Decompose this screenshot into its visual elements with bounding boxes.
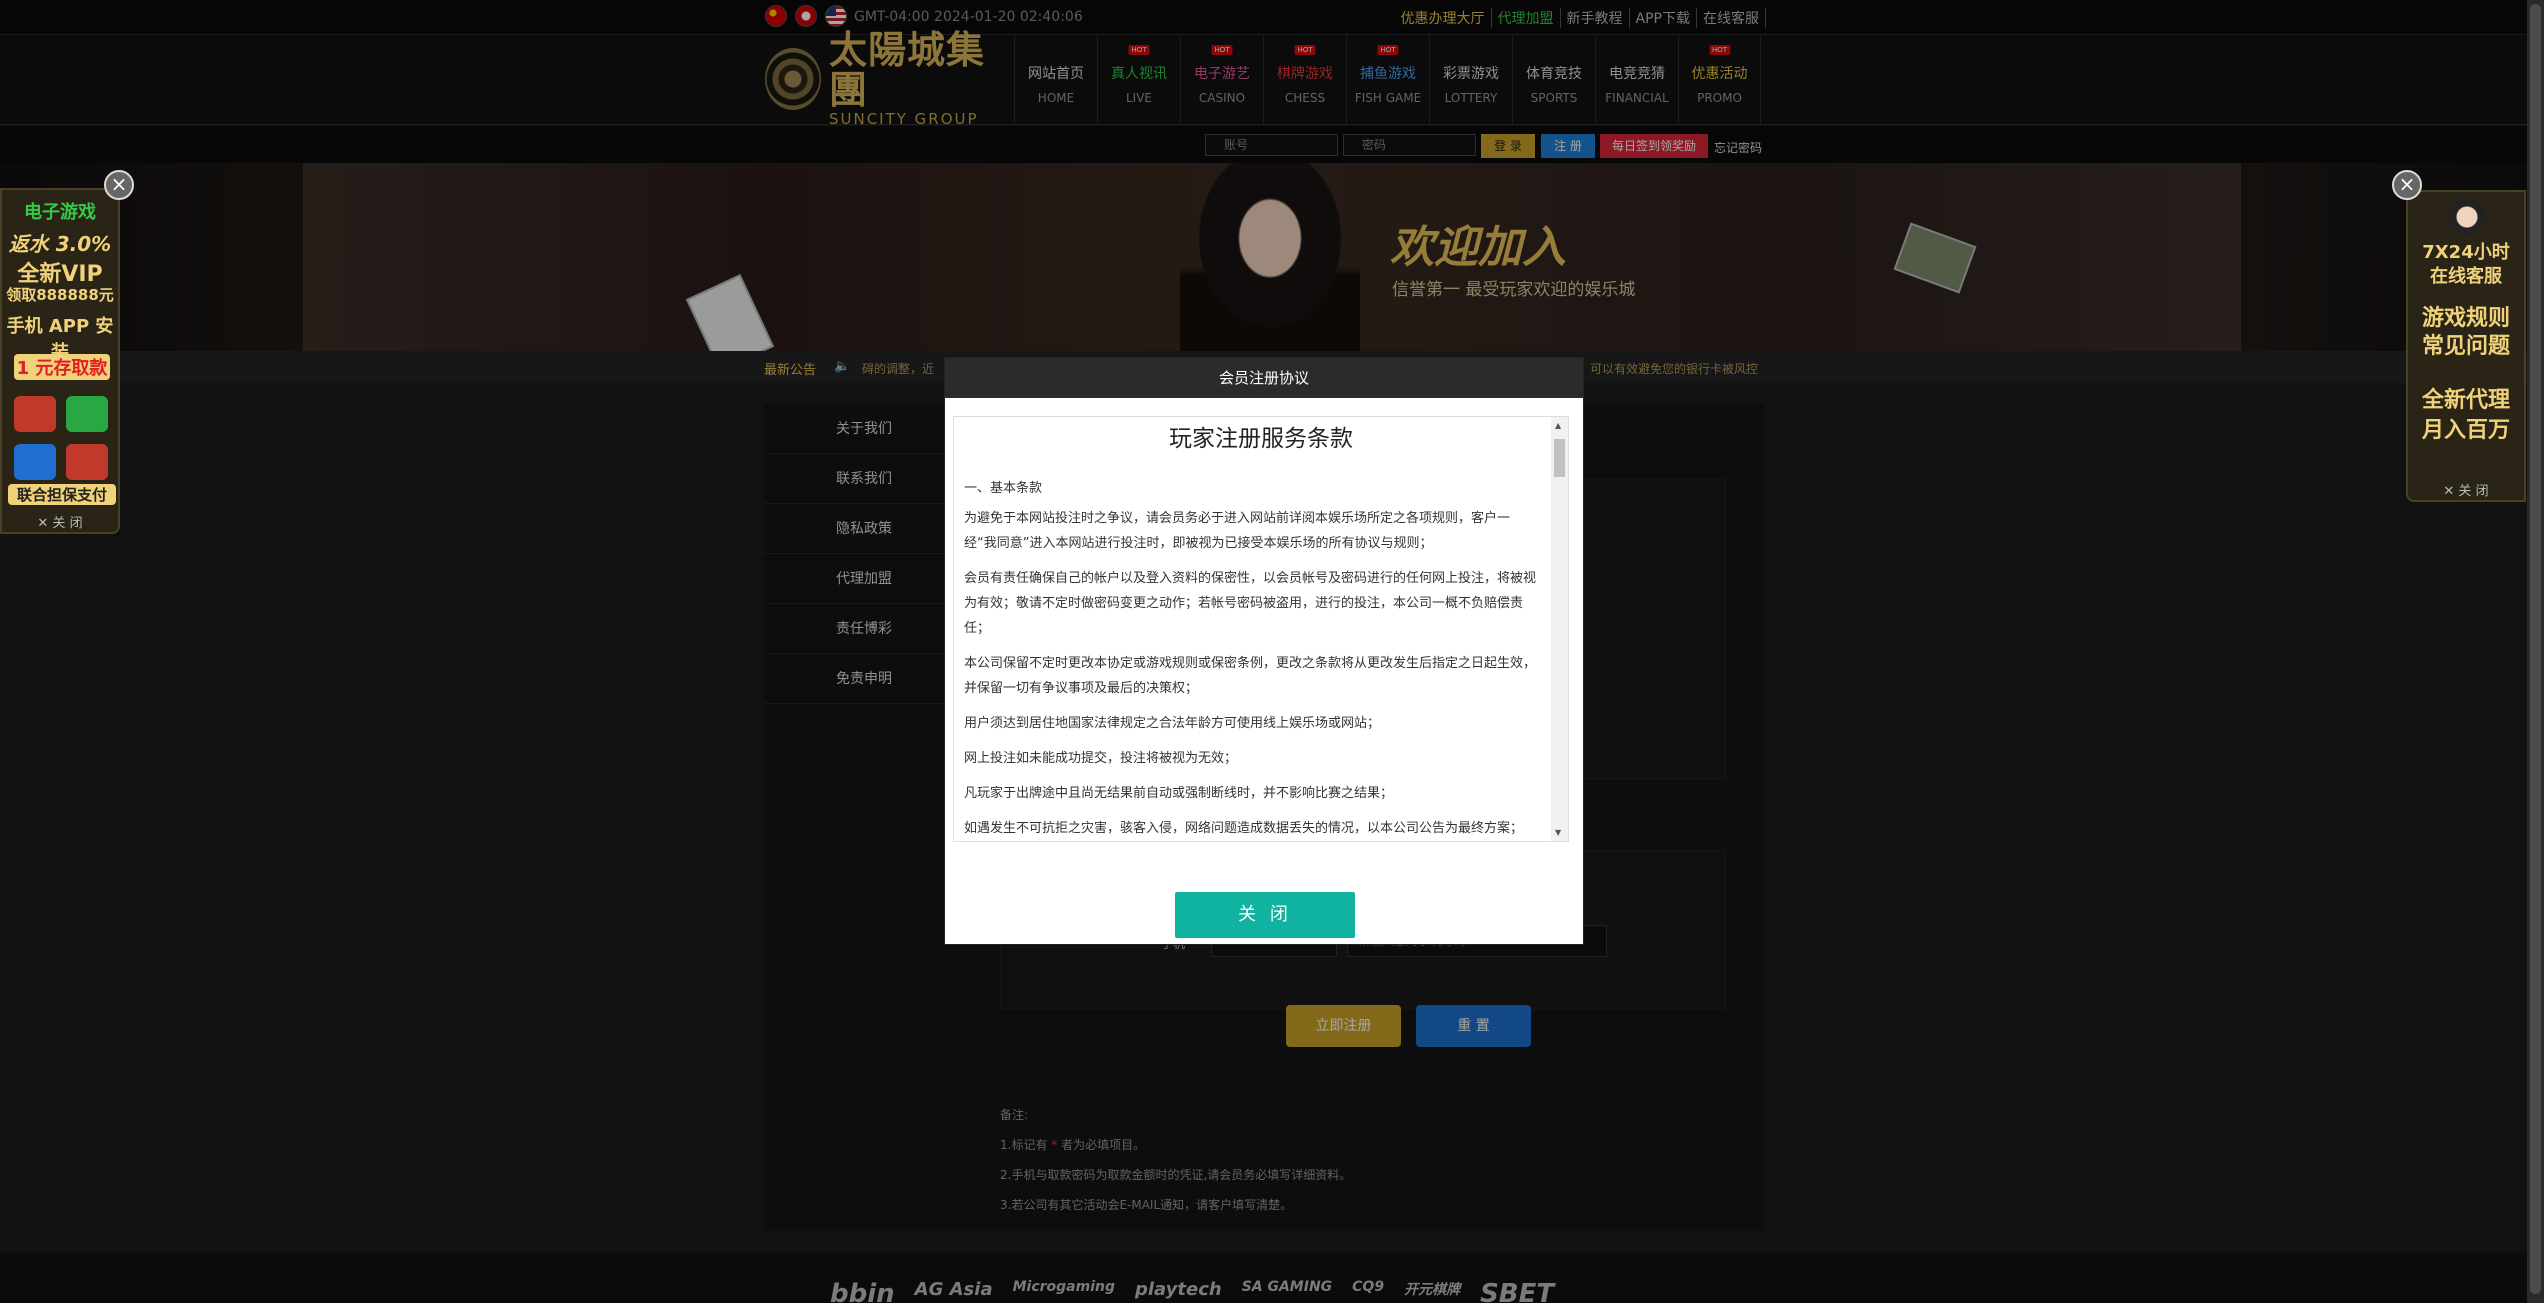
float-left-line: 联合担保支付 [8, 484, 116, 505]
support-avatar-icon [2448, 198, 2486, 236]
float-right-close-button[interactable]: ✕ 关 闭 [2408, 480, 2524, 499]
float-left-line: 电子游戏 [24, 202, 96, 223]
float-left-line: 1 元存取款 [14, 354, 110, 380]
modal-close-button[interactable]: 关 闭 [1175, 892, 1355, 938]
agreement-section-heading: 一、基本条款 [964, 481, 1043, 496]
page-scrollbar[interactable] [2527, 0, 2544, 1303]
agreement-scrollbar[interactable]: ▲ ▼ [1551, 417, 1568, 841]
agreement-text-area[interactable]: 玩家注册服务条款 一、基本条款 为避免于本网站投注时之争议，请会员务必于进入网站… [953, 416, 1569, 842]
agreement-paragraph: 网上投注如未能成功提交，投注将被视为无效； [964, 751, 1238, 766]
unionpay-icon [66, 444, 108, 480]
close-icon[interactable]: × [104, 170, 134, 200]
float-left-line: 返水 3.0% [8, 232, 112, 256]
scroll-up-arrow-icon[interactable]: ▲ [1555, 421, 1561, 430]
float-left-close-button[interactable]: ✕ 关 闭 [2, 512, 118, 531]
agreement-paragraph: 如遇发生不可抗拒之灾害，骇客入侵，网络问题造成数据丢失的情况，以本公司公告为最终… [964, 821, 1524, 836]
alipay-icon [14, 444, 56, 480]
float-right-line: 全新代理 [2421, 388, 2510, 413]
scroll-down-arrow-icon[interactable]: ▼ [1555, 828, 1561, 837]
agreement-scrollbar-thumb[interactable] [1554, 439, 1565, 477]
right-floating-ad[interactable]: 7X24小时 在线客服 游戏规则 常见问题 全新代理 月入百万 ✕ 关 闭 [2406, 190, 2526, 502]
page-scrollbar-thumb[interactable] [2530, 4, 2541, 1294]
close-icon[interactable]: × [2392, 170, 2422, 200]
agreement-paragraph: 凡玩家于出牌途中且尚无结果前自动或强制断线时，并不影响比赛之结果； [964, 786, 1394, 801]
agreement-paragraph: 用户须达到居住地国家法律规定之合法年龄方可使用线上娱乐场或网站； [964, 716, 1381, 731]
modal-header: 会员注册协议 [945, 358, 1583, 398]
agreement-paragraph: 会员有责任确保自己的帐户以及登入资料的保密性，以会员帐号及密码进行的任何网上投注… [964, 571, 1537, 636]
qq-pay-icon [14, 396, 56, 432]
agreement-modal: 会员注册协议 玩家注册服务条款 一、基本条款 为避免于本网站投注时之争议，请会员… [944, 357, 1584, 945]
agreement-paragraph: 本公司保留不定时更改本协定或游戏规则或保密条例，更改之条款将从更改发生后指定之日… [964, 656, 1537, 696]
wechat-pay-icon [66, 396, 108, 432]
float-right-line: 在线客服 [2430, 266, 2502, 287]
float-right-line: 月入百万 [2421, 418, 2510, 443]
left-floating-ad[interactable]: 电子游戏 返水 3.0% 全新VIP 领取888888元 手机 APP 安装 1… [0, 188, 120, 534]
agreement-title: 玩家注册服务条款 [1169, 426, 1353, 452]
float-left-line: 领取888888元 [6, 286, 114, 304]
float-right-line: 7X24小时 [2422, 242, 2510, 263]
float-right-line: 常见问题 [2421, 334, 2510, 359]
agreement-paragraph: 为避免于本网站投注时之争议，请会员务必于进入网站前详阅本娱乐场所定之各项规则，客… [964, 511, 1511, 551]
